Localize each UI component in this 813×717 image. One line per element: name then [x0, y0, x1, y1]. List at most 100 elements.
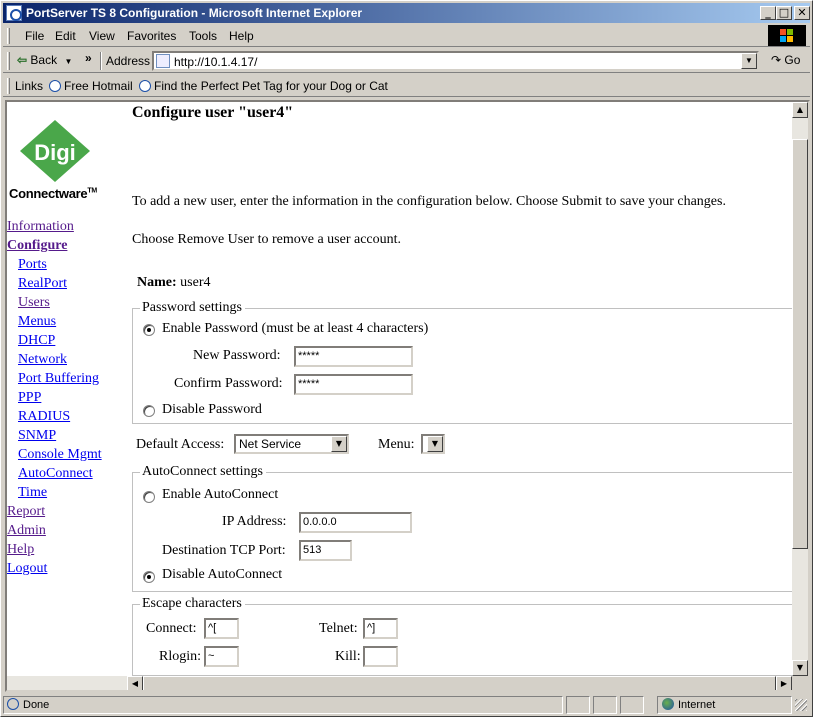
zone-label: Internet: [678, 699, 716, 711]
window-title: PortServer TS 8 Configuration - Microsof…: [26, 6, 363, 20]
go-label: Go: [784, 53, 801, 67]
default-access-select[interactable]: Net Service ▼: [234, 434, 349, 454]
enable-password-radio[interactable]: [143, 324, 155, 336]
status-text: Done: [7, 698, 49, 711]
nav-time[interactable]: Time: [18, 485, 47, 501]
link-label: Free Hotmail: [64, 79, 133, 93]
browser-window: PortServer TS 8 Configuration - Microsof…: [0, 0, 813, 717]
autoconnect-legend: AutoConnect settings: [140, 464, 266, 480]
title-bar[interactable]: PortServer TS 8 Configuration - Microsof…: [3, 3, 810, 23]
disable-password-label: Disable Password: [162, 402, 262, 417]
tcp-port-input[interactable]: 513: [299, 540, 352, 561]
internet-globe-icon: [662, 698, 674, 710]
nav-help[interactable]: Help: [7, 542, 34, 558]
toolbar-chevron[interactable]: »: [85, 51, 92, 65]
scroll-right-button[interactable]: ▶: [776, 676, 792, 690]
name-row: Name: user4: [137, 275, 210, 291]
digi-logo-icon: Digi: [20, 120, 90, 182]
connect-input[interactable]: ^[: [204, 618, 239, 639]
links-toolbar: Links Free Hotmail Find the Perfect Pet …: [3, 75, 810, 97]
confirm-password-input[interactable]: *****: [294, 374, 413, 395]
nav-console-mgmt[interactable]: Console Mgmt: [18, 447, 102, 463]
tcp-port-label: Destination TCP Port:: [162, 543, 286, 558]
nav-snmp[interactable]: SNMP: [18, 428, 56, 444]
disable-password-radio[interactable]: [143, 405, 155, 417]
vertical-scrollbar[interactable]: ▲ ▼: [792, 102, 808, 676]
nav-users[interactable]: Users: [18, 295, 50, 311]
go-arrow-icon: ↷: [771, 53, 782, 67]
toolbar-grip[interactable]: [7, 78, 10, 94]
nav-ports[interactable]: Ports: [18, 257, 47, 273]
link-pet-tag[interactable]: Find the Perfect Pet Tag for your Dog or…: [139, 79, 388, 93]
confirm-password-label: Confirm Password:: [174, 376, 283, 391]
nav-ppp[interactable]: PPP: [18, 390, 41, 406]
nav-dhcp[interactable]: DHCP: [18, 333, 55, 349]
rlogin-input[interactable]: ~: [204, 646, 239, 667]
minimize-button[interactable]: _: [760, 6, 776, 20]
menu-select[interactable]: ▼: [421, 434, 445, 454]
scroll-up-button[interactable]: ▲: [792, 102, 808, 118]
scroll-left-button[interactable]: ◀: [127, 676, 143, 690]
menu-help[interactable]: Help: [229, 29, 254, 43]
horizontal-scrollbar[interactable]: ◀ ▶: [7, 676, 792, 690]
ip-address-input[interactable]: 0.0.0.0: [299, 512, 412, 533]
menu-tools[interactable]: Tools: [189, 29, 217, 43]
menu-file[interactable]: File: [25, 29, 44, 43]
nav-port-buffering[interactable]: Port Buffering: [18, 371, 99, 387]
nav-realport[interactable]: RealPort: [18, 276, 67, 292]
horizontal-scroll-thumb[interactable]: [143, 676, 776, 690]
disable-autoconnect-radio[interactable]: [143, 571, 155, 583]
nav-autoconnect[interactable]: AutoConnect: [18, 466, 93, 482]
status-label: Done: [23, 699, 50, 711]
connectware-brand: ConnectwareTM: [9, 186, 97, 201]
dropdown-arrow-icon[interactable]: ▼: [64, 57, 72, 66]
nav-menus[interactable]: Menus: [18, 314, 56, 330]
nav-network[interactable]: Network: [18, 352, 67, 368]
scroll-down-button[interactable]: ▼: [792, 660, 808, 676]
menu-favorites[interactable]: Favorites: [127, 29, 176, 43]
nav-logout[interactable]: Logout: [7, 561, 47, 577]
nav-admin[interactable]: Admin: [7, 523, 46, 539]
nav-report[interactable]: Report: [7, 504, 45, 520]
nav-information[interactable]: Information: [7, 219, 74, 235]
dropdown-arrow-icon[interactable]: ▼: [427, 436, 443, 452]
name-label: Name:: [137, 275, 177, 290]
menu-edit[interactable]: Edit: [55, 29, 76, 43]
address-url: http://10.1.4.17/: [174, 55, 258, 69]
disable-autoconnect-label: Disable AutoConnect: [162, 567, 283, 582]
menu-bar: File Edit View Favorites Tools Help: [3, 25, 810, 47]
address-dropdown-button[interactable]: ▼: [741, 53, 757, 69]
telnet-label: Telnet:: [319, 621, 358, 636]
enable-password-label: Enable Password (must be at least 4 char…: [162, 321, 429, 336]
close-button[interactable]: ✕: [794, 6, 810, 20]
maximize-button[interactable]: □: [776, 6, 792, 20]
address-toolbar: ⇦ Back ▼ » Address http://10.1.4.17/ ▼ ↷…: [3, 49, 810, 73]
scrollbar-corner: [792, 676, 808, 690]
status-bar: Done Internet: [3, 695, 810, 715]
brand-tm: TM: [87, 187, 97, 195]
nav-radius[interactable]: RADIUS: [18, 409, 70, 425]
nav-configure[interactable]: Configure: [7, 238, 67, 254]
ie-page-icon: [49, 80, 61, 92]
status-pane-main: [3, 696, 563, 714]
menu-label: Menu:: [378, 437, 415, 452]
menu-view[interactable]: View: [89, 29, 115, 43]
back-label: Back: [30, 53, 58, 67]
password-legend: Password settings: [140, 300, 245, 316]
go-button[interactable]: ↷ Go: [771, 53, 800, 67]
address-input[interactable]: http://10.1.4.17/ ▼: [152, 51, 759, 71]
address-label: Address: [106, 54, 151, 68]
toolbar-grip[interactable]: [7, 28, 10, 44]
default-access-value: Net Service: [239, 437, 302, 451]
vertical-scroll-thumb[interactable]: [792, 139, 808, 549]
resize-grip-icon[interactable]: [795, 699, 807, 711]
telnet-input[interactable]: ^]: [363, 618, 398, 639]
link-free-hotmail[interactable]: Free Hotmail: [49, 79, 133, 93]
new-password-input[interactable]: *****: [294, 346, 413, 367]
toolbar-grip[interactable]: [7, 52, 10, 70]
toolbar-separator: [100, 52, 102, 70]
dropdown-arrow-icon[interactable]: ▼: [331, 436, 347, 452]
kill-input[interactable]: [363, 646, 398, 667]
enable-autoconnect-radio[interactable]: [143, 491, 155, 503]
back-button[interactable]: ⇦ Back ▼: [17, 53, 72, 67]
